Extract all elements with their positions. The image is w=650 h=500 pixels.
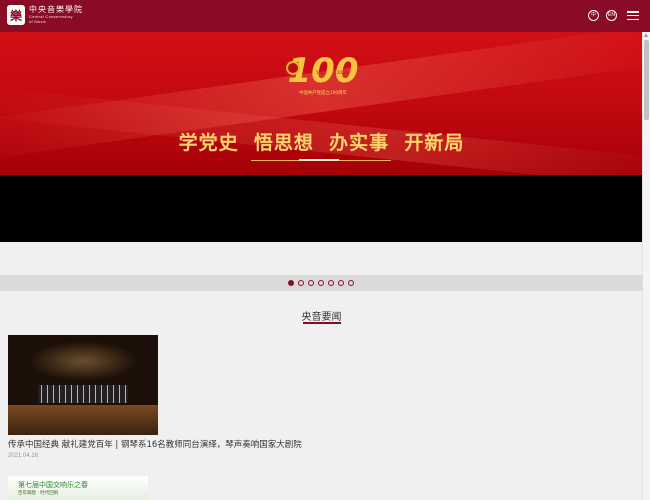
top-header: 樂 中央音樂學院 Central Conservatory of Music 中… bbox=[0, 0, 650, 32]
carousel-dots bbox=[288, 280, 358, 286]
carousel-dot[interactable] bbox=[348, 280, 354, 286]
carousel-dot[interactable] bbox=[318, 280, 324, 286]
logo-english-name-line2: of Music bbox=[29, 19, 47, 24]
carousel-dot[interactable] bbox=[328, 280, 334, 286]
carousel-pagination-bar bbox=[0, 275, 643, 291]
video-area bbox=[0, 175, 643, 242]
news-card-subtitle: 百年辉煌 · 时代回响 bbox=[18, 491, 59, 496]
site-logo[interactable]: 樂 中央音樂學院 Central Conservatory of Music bbox=[7, 5, 83, 25]
logo-chinese-name: 中央音樂學院 bbox=[29, 5, 83, 14]
carousel-dot[interactable] bbox=[338, 280, 344, 286]
section-title-underline bbox=[303, 322, 341, 324]
news-image-symphony-spring[interactable]: 第七届中国交响乐之春 百年辉煌 · 时代回响 bbox=[8, 476, 148, 500]
carousel-dot[interactable] bbox=[298, 280, 304, 286]
scrollbar-thumb[interactable] bbox=[644, 40, 649, 120]
news-image-concert[interactable] bbox=[8, 335, 158, 435]
banner-spacer bbox=[0, 242, 643, 275]
emblem-caption: 中国共产党成立100周年 bbox=[299, 89, 348, 96]
hamburger-menu-icon[interactable] bbox=[627, 11, 639, 21]
news-title[interactable]: 传承中国经典 献礼建党百年 | 钢琴系16名教师同台演绎，琴声奏响国家大剧院 bbox=[8, 438, 638, 450]
section-title-news: 央音要闻 bbox=[301, 312, 342, 323]
emblem-year-left: 1921 bbox=[316, 70, 327, 75]
carousel-dot[interactable] bbox=[308, 280, 314, 286]
news-date: 2021.04.16 bbox=[8, 453, 39, 459]
logo-text: 中央音樂學院 Central Conservatory of Music bbox=[29, 6, 83, 24]
scroll-up-arrow-icon[interactable] bbox=[644, 33, 648, 37]
language-cn-button[interactable]: 中 bbox=[588, 10, 599, 21]
banner-slogan: 学党史 悟思想 办实事 开新局 bbox=[178, 132, 465, 154]
emblem-year-right: 2021 bbox=[337, 70, 348, 75]
hero-banner[interactable]: 100 1921 2021 中国共产党成立100周年 学党史 悟思想 办实事 开… bbox=[0, 32, 643, 175]
page-scrollbar[interactable] bbox=[642, 32, 650, 500]
news-card-title: 第七届中国交响乐之春 bbox=[18, 481, 88, 489]
language-en-button[interactable]: EN bbox=[606, 10, 617, 21]
slogan-underline bbox=[251, 159, 391, 161]
logo-mark-icon: 樂 bbox=[7, 5, 25, 25]
carousel-dot[interactable] bbox=[288, 280, 294, 286]
party-100-anniversary-emblem: 100 1921 2021 中国共产党成立100周年 bbox=[286, 52, 358, 96]
